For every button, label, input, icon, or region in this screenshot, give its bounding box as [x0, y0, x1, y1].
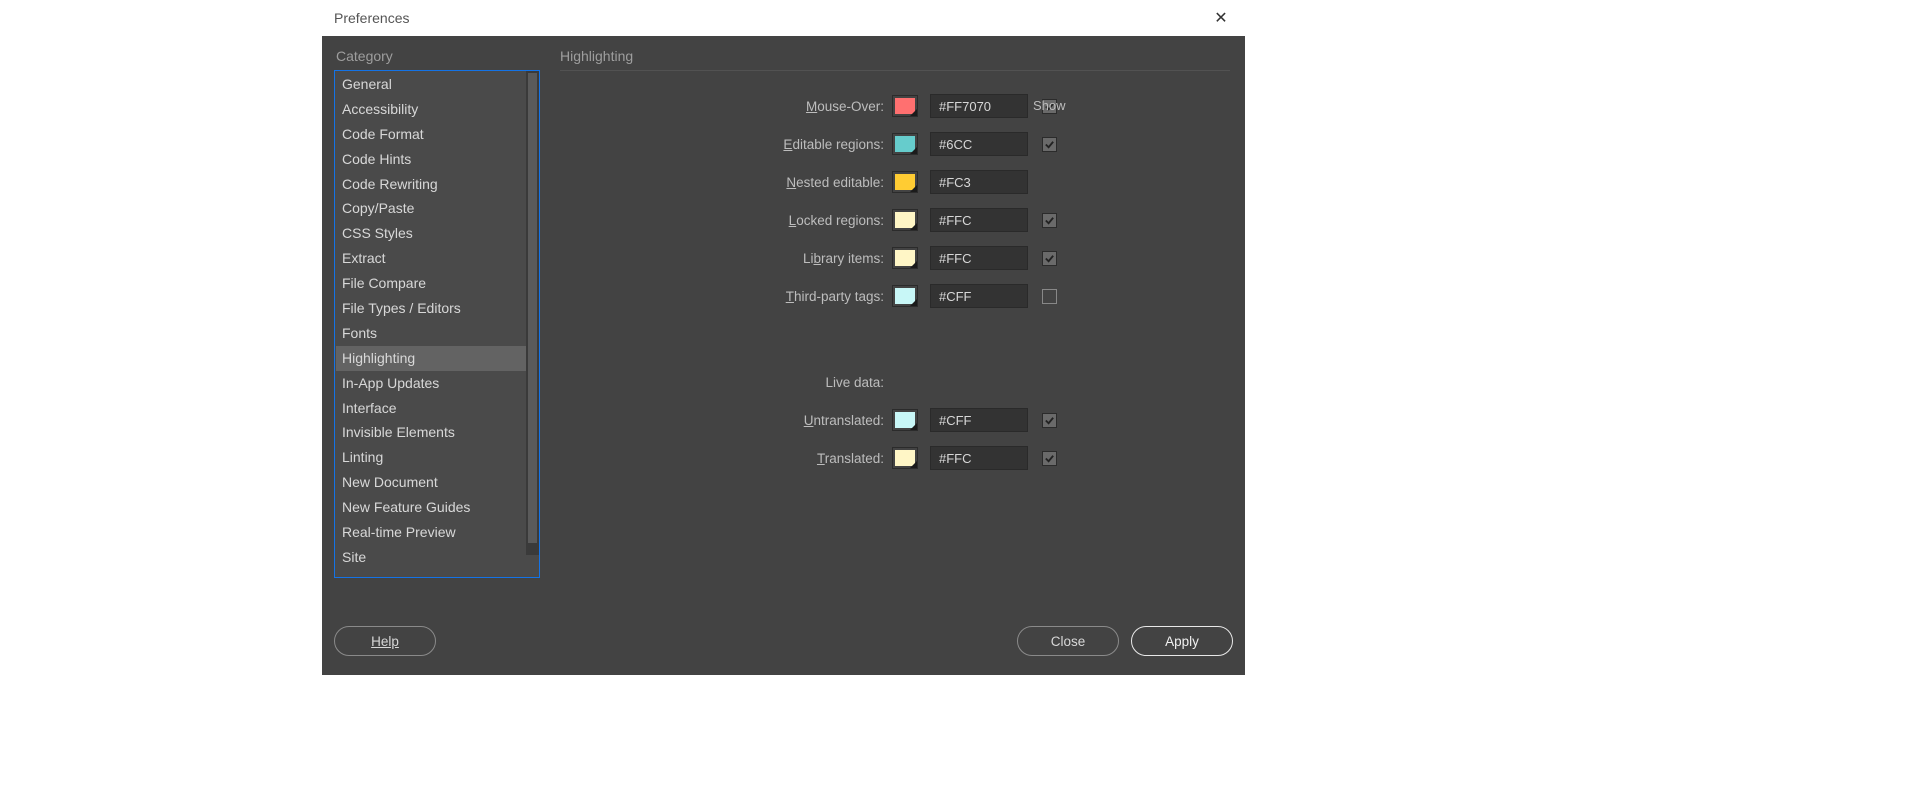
mouse-over-label: Mouse-Over:	[560, 99, 892, 114]
category-item-file-types-editors[interactable]: File Types / Editors	[336, 296, 538, 321]
show-column-label: Show	[1033, 98, 1066, 113]
category-scrollbar[interactable]	[526, 71, 539, 555]
untranslated-color-input[interactable]: #CFF	[930, 408, 1028, 432]
category-item-in-app-updates[interactable]: In-App Updates	[336, 371, 538, 396]
row-translated: Translated: #FFC	[560, 445, 1233, 471]
category-item-interface[interactable]: Interface	[336, 396, 538, 421]
translated-show-checkbox[interactable]	[1042, 451, 1057, 466]
row-third-party-tags: Third-party tags: #CFF	[560, 283, 1233, 309]
nested-editable-color-swatch[interactable]	[892, 171, 918, 193]
category-item-fonts[interactable]: Fonts	[336, 321, 538, 346]
locked-regions-color-input[interactable]: #FFC	[930, 208, 1028, 232]
editable-regions-color-input[interactable]: #6CC	[930, 132, 1028, 156]
category-item-accessibility[interactable]: Accessibility	[336, 97, 538, 122]
category-item-site[interactable]: Site	[336, 545, 538, 570]
category-header: Category	[334, 48, 556, 64]
category-item-real-time-preview[interactable]: Real-time Preview	[336, 520, 538, 545]
category-item-sync-settings[interactable]: Sync Settings	[336, 570, 538, 578]
category-item-new-feature-guides[interactable]: New Feature Guides	[336, 495, 538, 520]
window-title: Preferences	[332, 10, 409, 26]
locked-regions-show-checkbox[interactable]	[1042, 213, 1057, 228]
preferences-dialog: Preferences ✕ Category Highlighting Gene…	[322, 0, 1245, 675]
row-library-items: Library items: #FFC	[560, 245, 1233, 271]
editable-regions-show-checkbox[interactable]	[1042, 137, 1057, 152]
untranslated-label: Untranslated:	[560, 413, 892, 428]
mouse-over-color-input[interactable]: #FF7070	[930, 94, 1028, 118]
nested-editable-color-input[interactable]: #FC3	[930, 170, 1028, 194]
library-items-color-input[interactable]: #FFC	[930, 246, 1028, 270]
row-nested-editable: Nested editable: #FC3	[560, 169, 1233, 195]
highlighting-panel: Show Mouse-Over: #FF7070 Editable regions:…	[560, 70, 1233, 578]
category-item-code-hints[interactable]: Code Hints	[336, 147, 538, 172]
category-item-css-styles[interactable]: CSS Styles	[336, 221, 538, 246]
category-item-linting[interactable]: Linting	[336, 445, 538, 470]
panel-header: Highlighting	[556, 48, 1233, 64]
locked-regions-label: Locked regions:	[560, 213, 892, 228]
category-item-code-rewriting[interactable]: Code Rewriting	[336, 172, 538, 197]
editable-regions-label: Editable regions:	[560, 137, 892, 152]
category-item-extract[interactable]: Extract	[336, 246, 538, 271]
close-icon[interactable]: ✕	[1207, 4, 1235, 32]
library-items-show-checkbox[interactable]	[1042, 251, 1057, 266]
category-item-general[interactable]: General	[336, 72, 538, 97]
translated-label: Translated:	[560, 451, 892, 466]
third-party-tags-color-input[interactable]: #CFF	[930, 284, 1028, 308]
library-items-label: Library items:	[560, 251, 892, 266]
third-party-tags-color-swatch[interactable]	[892, 285, 918, 307]
mouse-over-color-swatch[interactable]	[892, 95, 918, 117]
scrollbar-thumb[interactable]	[528, 73, 537, 543]
editable-regions-color-swatch[interactable]	[892, 133, 918, 155]
apply-button[interactable]: Apply	[1131, 626, 1233, 656]
live-data-label: Live data:	[560, 375, 892, 390]
library-items-color-swatch[interactable]	[892, 247, 918, 269]
category-item-copy-paste[interactable]: Copy/Paste	[336, 196, 538, 221]
row-locked-regions: Locked regions: #FFC	[560, 207, 1233, 233]
dialog-body: Category Highlighting GeneralAccessibili…	[322, 36, 1245, 675]
nested-editable-label: Nested editable:	[560, 175, 892, 190]
locked-regions-color-swatch[interactable]	[892, 209, 918, 231]
category-item-new-document[interactable]: New Document	[336, 470, 538, 495]
dialog-footer: Help Close Apply	[334, 619, 1233, 663]
category-item-highlighting[interactable]: Highlighting	[336, 346, 538, 371]
untranslated-color-swatch[interactable]	[892, 409, 918, 431]
third-party-tags-show-checkbox[interactable]	[1042, 289, 1057, 304]
close-button[interactable]: Close	[1017, 626, 1119, 656]
untranslated-show-checkbox[interactable]	[1042, 413, 1057, 428]
category-listbox[interactable]: GeneralAccessibilityCode FormatCode Hint…	[334, 70, 540, 578]
category-item-invisible-elements[interactable]: Invisible Elements	[336, 420, 538, 445]
third-party-tags-label: Third-party tags:	[560, 289, 892, 304]
row-untranslated: Untranslated: #CFF	[560, 407, 1233, 433]
translated-color-input[interactable]: #FFC	[930, 446, 1028, 470]
category-item-file-compare[interactable]: File Compare	[336, 271, 538, 296]
row-mouse-over: Mouse-Over: #FF7070	[560, 93, 1233, 119]
translated-color-swatch[interactable]	[892, 447, 918, 469]
titlebar: Preferences ✕	[322, 0, 1245, 36]
category-item-code-format[interactable]: Code Format	[336, 122, 538, 147]
help-button[interactable]: Help	[334, 626, 436, 656]
row-editable-regions: Editable regions: #6CC	[560, 131, 1233, 157]
